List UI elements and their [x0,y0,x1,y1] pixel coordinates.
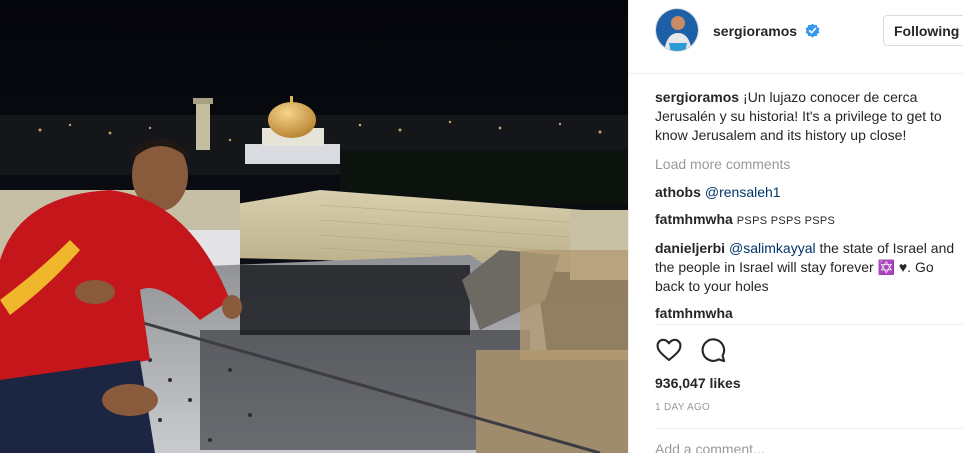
heart-icon[interactable] [655,336,683,364]
caption-username[interactable]: sergioramos [655,89,739,105]
divider [655,324,963,325]
following-button[interactable]: Following [883,15,963,46]
comment-username[interactable]: fatmhmwha [655,305,733,321]
comment-username[interactable]: danieljerbi [655,240,725,256]
comment-mention[interactable]: @rensaleh1 [705,184,781,200]
list-item: fatmhmwha PSPS PSPS PSPS [655,210,955,231]
likes-count[interactable]: 936,047 likes [655,375,741,391]
list-item: athobs @rensaleh1 [655,183,955,202]
comment-text: PSPS PSPS PSPS [736,215,836,227]
comment-username[interactable]: athobs [655,184,701,200]
verified-badge-icon [805,23,820,38]
avatar-image [656,9,698,51]
post-photo[interactable] [0,0,628,453]
post-timestamp[interactable]: 1 DAY AGO [655,402,710,413]
post-header: sergioramos Following [629,0,963,74]
load-more-comments-link[interactable]: Load more comments [655,155,955,174]
post-side-panel: sergioramos Following sergioramos ¡Un luj… [628,0,963,453]
list-item: danieljerbi @salimkayyal the state of Isr… [655,239,955,296]
comments-list[interactable]: sergioramos ¡Un lujazo conocer de cerca J… [655,88,955,324]
comment-username[interactable]: fatmhmwha [655,211,733,227]
add-comment-input[interactable] [655,441,945,453]
post-caption: sergioramos ¡Un lujazo conocer de cerca J… [655,88,955,145]
comment-mention[interactable]: @salimkayyal [729,240,816,256]
comment-bubble-icon[interactable] [699,336,727,364]
avatar[interactable] [655,8,699,52]
list-item: fatmhmwha [655,304,955,323]
add-comment-section [655,428,963,453]
post-image [0,0,628,453]
post-author-username[interactable]: sergioramos [713,23,797,39]
